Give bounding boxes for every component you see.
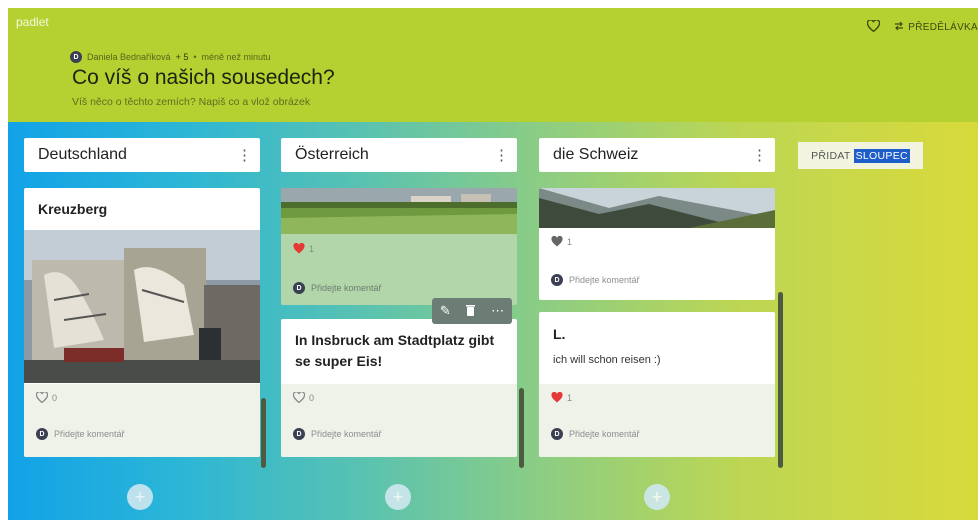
like-count: 0: [309, 392, 315, 403]
trash-icon[interactable]: [466, 304, 476, 319]
avatar: D: [36, 428, 48, 440]
comment-input[interactable]: D Přidejte komentář: [551, 274, 640, 286]
scrollbar[interactable]: [778, 292, 783, 468]
page-title: Co víš o našich sousedech?: [72, 66, 335, 89]
timestamp: méně než minutu: [201, 52, 271, 62]
like-count: 1: [567, 236, 573, 247]
avatar: D: [70, 51, 82, 63]
author-meta: D Daniela Bednaříková + 5 • méně než min…: [70, 51, 271, 63]
column-die-schweiz: die Schweiz ⋮: [539, 138, 775, 172]
comment-placeholder: Přidejte komentář: [54, 429, 125, 439]
post-body: ich will schon reisen :): [553, 354, 661, 366]
author-name[interactable]: Daniela Bednaříková: [87, 52, 171, 62]
like-button[interactable]: 0: [293, 392, 314, 403]
heart-outline-icon: [293, 392, 305, 403]
board: Deutschland ⋮ Kreuzberg 0 D Přidejte kom…: [8, 122, 978, 520]
column-osterreich: Österreich ⋮: [281, 138, 517, 172]
comment-placeholder: Přidejte komentář: [311, 283, 382, 293]
more-vertical-icon[interactable]: ⋮: [237, 148, 252, 163]
contributor-count[interactable]: + 5: [176, 52, 189, 62]
heart-icon[interactable]: [867, 19, 881, 35]
comment-placeholder: Přidejte komentář: [569, 429, 640, 439]
header-actions: PŘEDĚLÁVKA: [867, 19, 978, 35]
comment-input[interactable]: D Přidejte komentář: [293, 282, 382, 294]
post-card-kreuzberg[interactable]: Kreuzberg 0 D Přidejte komentář: [24, 188, 260, 457]
header-bar: padlet PŘEDĚLÁVKA D Daniela Bednaříková …: [8, 8, 978, 122]
comment-input[interactable]: D Přidejte komentář: [551, 428, 640, 440]
post-image[interactable]: [281, 188, 517, 234]
avatar: D: [293, 428, 305, 440]
post-card[interactable]: 1 D Přidejte komentář: [539, 188, 775, 300]
add-post-button[interactable]: +: [127, 484, 153, 510]
post-card-l[interactable]: L. ich will schon reisen :) 1 D Přidejte…: [539, 312, 775, 457]
post-footer: 1 D Přidejte komentář: [539, 384, 775, 457]
like-count: 1: [567, 392, 573, 403]
comment-input[interactable]: D Přidejte komentář: [293, 428, 382, 440]
post-title: L.: [553, 326, 566, 342]
heart-icon: [551, 236, 563, 247]
column-header[interactable]: Österreich ⋮: [281, 138, 517, 172]
avatar: D: [551, 428, 563, 440]
heart-icon: [293, 243, 305, 254]
heart-outline-icon: [36, 392, 48, 403]
post-footer: 0 D Přidejte komentář: [24, 384, 260, 457]
like-button[interactable]: 1: [551, 392, 572, 403]
remake-label: PŘEDĚLÁVKA: [908, 22, 978, 33]
like-button[interactable]: 1: [293, 243, 314, 254]
like-button[interactable]: 0: [36, 392, 57, 403]
like-count: 1: [309, 243, 315, 254]
post-title: In Insbruck am Stadtplatz gibt se super …: [295, 332, 495, 369]
page-subtitle: Víš něco o těchto zemích? Napiš co a vlo…: [72, 96, 311, 108]
comment-placeholder: Přidejte komentář: [311, 429, 382, 439]
heart-icon: [551, 392, 563, 403]
comment-placeholder: Přidejte komentář: [569, 275, 640, 285]
more-horizontal-icon[interactable]: ⋯: [491, 303, 504, 319]
like-button[interactable]: 1: [551, 236, 572, 247]
column-title: Österreich: [295, 146, 369, 163]
avatar: D: [551, 274, 563, 286]
like-count: 0: [52, 392, 58, 403]
post-toolbar: ✎ ⋯: [432, 298, 512, 324]
column-header[interactable]: die Schweiz ⋮: [539, 138, 775, 172]
edit-icon[interactable]: ✎: [440, 303, 451, 319]
post-card-insbruck[interactable]: In Insbruck am Stadtplatz gibt se super …: [281, 319, 517, 457]
add-post-button[interactable]: +: [385, 484, 411, 510]
post-image[interactable]: [24, 230, 260, 383]
scrollbar[interactable]: [519, 388, 524, 468]
comment-input[interactable]: D Přidejte komentář: [36, 428, 125, 440]
post-image[interactable]: [539, 188, 775, 228]
add-column-label: PŘIDAT: [811, 149, 851, 162]
padlet-logo[interactable]: padlet: [16, 15, 49, 29]
more-vertical-icon[interactable]: ⋮: [494, 148, 509, 163]
column-header[interactable]: Deutschland ⋮: [24, 138, 260, 172]
post-card[interactable]: 1 D Přidejte komentář: [281, 188, 517, 305]
add-column-label-selected: SLOUPEC: [853, 148, 910, 163]
add-column-button[interactable]: PŘIDAT SLOUPEC: [798, 142, 923, 169]
meta-separator: •: [193, 52, 197, 62]
post-footer: 0 D Přidejte komentář: [281, 384, 517, 457]
more-vertical-icon[interactable]: ⋮: [752, 148, 767, 163]
add-post-button[interactable]: +: [644, 484, 670, 510]
column-deutschland: Deutschland ⋮: [24, 138, 260, 172]
scrollbar[interactable]: [261, 398, 266, 468]
column-title: die Schweiz: [553, 146, 639, 163]
post-title: Kreuzberg: [38, 201, 108, 217]
avatar: D: [293, 282, 305, 294]
remake-button[interactable]: PŘEDĚLÁVKA: [894, 21, 978, 34]
remake-icon: [894, 21, 904, 34]
column-title: Deutschland: [38, 146, 127, 163]
